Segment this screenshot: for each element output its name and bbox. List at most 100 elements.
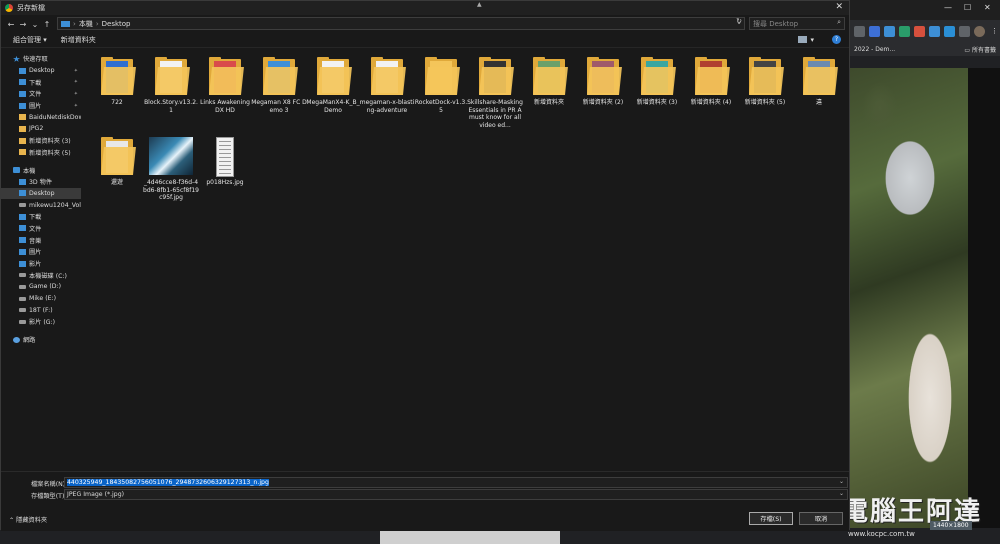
telegram-icon[interactable] [944,25,955,37]
save-options-panel: 檔案名稱(N): 440325949_18435082756051076_294… [1,471,849,531]
hide-folders-toggle[interactable]: ⌃ 隱藏資料夾 [9,515,47,524]
filetype-select[interactable]: JPEG Image (*.jpg) ⌄ [64,489,848,500]
desktop-icon [19,67,26,74]
sidebar-item[interactable]: 18T (F:) [1,304,81,316]
sidebar-item[interactable]: 文件 ✦ [1,88,81,100]
sidebar-item-label: 下載 [29,79,42,87]
download-icon[interactable] [899,25,910,37]
folder-item[interactable]: megaman-x-blasting-adventure [359,57,415,114]
folder-item[interactable]: Megaman X8 FC Demo 3 [251,57,307,114]
file-name: Block.Story.v13.2.1 [144,99,198,114]
cancel-button[interactable]: 取消 [799,512,843,525]
sidebar-item[interactable]: Mike (E:) [1,293,81,305]
breadcrumb-root[interactable]: 本機 [79,19,93,29]
chrome-icon [5,4,13,12]
save-button[interactable]: 存檔(S) [749,512,793,525]
file-item[interactable]: _4d46cce8-f36d-4bd6-8fb1-65cf8f19c95f.jp… [143,137,199,202]
translate-icon[interactable] [869,25,880,37]
view-options-button[interactable]: ▾ [798,36,814,44]
folder-icon [101,137,136,177]
sidebar-item[interactable]: 本機 [1,164,81,176]
sidebar-item[interactable]: 快速存取 [1,53,81,65]
bookmark-icon[interactable] [884,25,895,37]
refresh-icon[interactable]: ↻ [733,17,745,25]
close-window-icon[interactable]: ✕ [984,3,991,12]
sidebar-item[interactable]: JPG2 [1,123,81,135]
folder-item[interactable]: Skillshare-Masking Essentials in PR A mu… [467,57,523,129]
maximize-icon[interactable]: ☐ [964,3,971,12]
folder-icon [803,57,838,97]
sidebar-item-label: 新增資料夾 (5) [29,149,71,157]
menu-icon[interactable]: ⋮ [989,26,1000,37]
sidebar-item[interactable]: Desktop ✦ [1,65,81,77]
filename-input[interactable]: 440325949_18435082756051076_294873260632… [64,477,848,488]
breadcrumb-current[interactable]: Desktop [102,20,131,28]
folder-item[interactable]: 722 [89,57,145,107]
chevron-right-icon: › [73,19,76,28]
back-arrow-icon[interactable]: ← [5,20,17,29]
new-folder-button[interactable]: 新增資料夾 [61,35,96,45]
profile-avatar[interactable] [974,25,985,37]
sidebar-item[interactable]: 網路 [1,334,81,346]
file-name: 722 [111,99,123,106]
browser-tabbar: — ☐ ✕ [850,0,1000,20]
sidebar-item[interactable]: 影片 (G:) [1,316,81,328]
folder-item[interactable]: 新增資料夾 (4) [683,57,739,107]
folder-item[interactable]: 還遊 [89,137,145,187]
photo-margin [968,68,1000,528]
filetype-label: 存檔類型(T): [31,493,67,500]
folder-item[interactable]: 新增資料夾 (5) [737,57,793,107]
folder-item[interactable]: 新增資料夾 (2) [575,57,631,107]
folder-item[interactable]: Links Awakening DX HD [197,57,253,114]
sidebar-item[interactable]: 圖片 [1,246,81,258]
sidebar-item-label: 文件 [29,91,42,99]
sidebar-item-label: 圖片 [29,103,42,111]
sidebar-item[interactable]: 文件 [1,223,81,235]
sidebar-item[interactable]: 3D 物件 [1,176,81,188]
folder-item[interactable]: Block.Story.v13.2.1 [143,57,199,114]
forward-arrow-icon[interactable]: → [17,20,29,29]
folder-item[interactable]: 新增資料夾 [521,57,577,107]
chevron-down-icon[interactable]: ⌄ [839,478,844,485]
search-input[interactable]: 搜尋 Desktop ⌕ [749,17,845,30]
sidebar-item[interactable]: BaiduNetdiskDown [1,111,81,123]
recent-chevron-icon[interactable]: ⌄ [29,20,41,29]
sidebar-item[interactable]: 音樂 [1,234,81,246]
folder-icon [533,57,568,97]
help-icon[interactable]: ? [832,35,841,44]
folder-item[interactable]: MegaManX4-K_B_Demo [305,57,361,114]
sidebar-item[interactable]: 圖片 ✦ [1,100,81,112]
all-bookmarks[interactable]: ▭ 所有書籤 [964,45,996,54]
view-icon [798,36,808,43]
sidebar-item[interactable]: 下載 ✦ [1,76,81,88]
filetype-value: JPEG Image (*.jpg) [67,491,125,498]
bookmark-item[interactable]: 2022 - Dem... [854,46,895,53]
image-icon[interactable] [929,25,940,37]
file-name: MegaManX4-K_B_Demo [306,99,360,114]
close-icon[interactable]: ✕ [835,2,843,12]
sidebar-item[interactable]: Desktop [1,187,81,200]
folder-item[interactable]: 新增資料夾 (3) [629,57,685,107]
fire-icon[interactable] [914,25,925,37]
up-arrow-icon[interactable]: ↑ [41,20,53,29]
sidebar-item-label: 音樂 [29,237,42,245]
file-item[interactable]: p018Hzs.jpg [197,137,253,187]
folder-item[interactable]: RocketDock-v1.3.5 [413,57,469,114]
organize-button[interactable]: 組合管理 ▾ [13,35,47,45]
sidebar-item[interactable]: mikewu1204_Vol.1 [1,199,81,211]
extension-icon[interactable] [854,25,865,37]
folder-item[interactable]: 違 [791,57,847,107]
dialog-titlebar: 另存新檔 ▲ ✕ [1,1,849,15]
sidebar-item[interactable]: 新增資料夾 (5) [1,147,81,159]
sidebar-item[interactable]: 本機磁碟 (C:) [1,269,81,281]
minimize-icon[interactable]: — [944,3,952,12]
puzzle-icon[interactable] [959,25,970,37]
sidebar-item[interactable]: 下載 [1,211,81,223]
address-bar[interactable]: › 本機 › Desktop ⌄ [57,17,745,30]
sidebar-item-label: 新增資料夾 (3) [29,138,71,146]
drive-icon [19,284,26,289]
sidebar-item[interactable]: 影片 [1,258,81,270]
sidebar-item[interactable]: Game (D:) [1,281,81,293]
sidebar-item[interactable]: 新增資料夾 (3) [1,135,81,147]
file-name: _4d46cce8-f36d-4bd6-8fb1-65cf8f19c95f.jp… [143,179,199,201]
